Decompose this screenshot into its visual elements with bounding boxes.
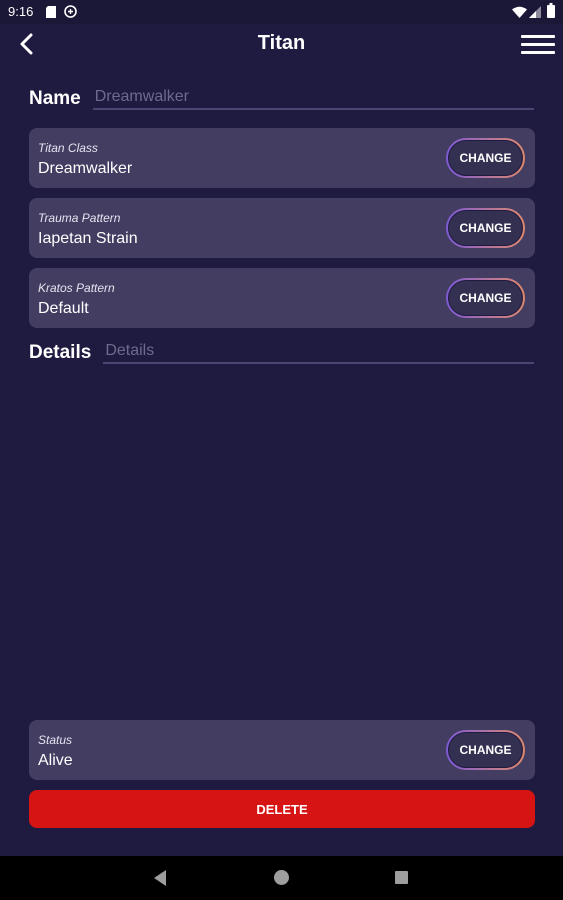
app-bar: Titan: [0, 24, 563, 64]
kratos-pattern-label: Kratos Pattern: [38, 281, 115, 295]
trauma-pattern-label: Trauma Pattern: [38, 211, 121, 225]
battery-icon: [547, 3, 555, 23]
change-button-label: CHANGE: [448, 140, 523, 176]
change-titan-class-button[interactable]: CHANGE: [446, 138, 525, 178]
details-label: Details: [29, 342, 92, 363]
status-label: Status: [38, 733, 73, 747]
details-input[interactable]: [103, 342, 534, 364]
nav-home-icon[interactable]: [274, 870, 289, 885]
name-label: Name: [29, 88, 81, 109]
trauma-pattern-card: Trauma Pattern Iapetan Strain CHANGE: [29, 198, 535, 258]
name-field-row: Name: [29, 88, 534, 110]
status-card: Status Alive CHANGE: [29, 720, 535, 780]
sd-card-icon: [46, 5, 56, 23]
menu-icon-line: [521, 34, 555, 38]
titan-class-card: Titan Class Dreamwalker CHANGE: [29, 128, 535, 188]
nav-back-icon[interactable]: [154, 870, 166, 886]
titan-class-value: Dreamwalker: [38, 160, 133, 177]
change-status-button[interactable]: CHANGE: [446, 730, 525, 770]
page-title: Titan: [257, 32, 306, 54]
titan-class-label: Titan Class: [38, 141, 98, 155]
change-button-label: CHANGE: [448, 732, 523, 768]
status-value: Alive: [38, 752, 73, 769]
system-nav-bar: [0, 856, 563, 900]
change-trauma-pattern-button[interactable]: CHANGE: [446, 208, 525, 248]
menu-button[interactable]: [521, 29, 555, 59]
nav-recents-icon[interactable]: [395, 871, 408, 884]
change-kratos-pattern-button[interactable]: CHANGE: [446, 278, 525, 318]
change-button-label: CHANGE: [448, 210, 523, 246]
kratos-pattern-value: Default: [38, 300, 89, 317]
menu-icon-line: [521, 50, 555, 54]
delete-button[interactable]: DELETE: [29, 790, 535, 828]
change-button-label: CHANGE: [448, 280, 523, 316]
status-time: 9:16: [8, 4, 34, 19]
signal-icon: [529, 5, 541, 23]
status-bar: 9:16: [0, 0, 563, 24]
trauma-pattern-value: Iapetan Strain: [38, 230, 138, 247]
sync-icon: [64, 5, 77, 23]
details-field-row: Details: [29, 342, 534, 364]
kratos-pattern-card: Kratos Pattern Default CHANGE: [29, 268, 535, 328]
name-input[interactable]: [92, 88, 534, 110]
menu-icon-line: [521, 42, 555, 46]
wifi-icon: [512, 5, 527, 23]
